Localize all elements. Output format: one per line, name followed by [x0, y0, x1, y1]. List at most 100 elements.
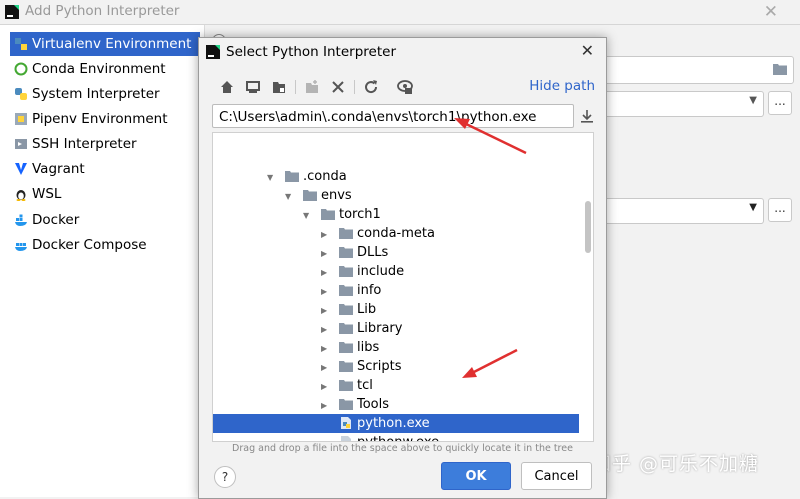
env-item-label: Docker Compose	[32, 237, 147, 253]
dialog-titlebar: Select Python Interpreter ✕	[199, 38, 606, 66]
location-field[interactable]	[600, 56, 794, 84]
hide-path-link[interactable]: Hide path	[529, 78, 595, 94]
env-item-docker-compose[interactable]: Docker Compose	[10, 233, 200, 257]
collapsed-arrow-icon[interactable]: ▶	[321, 339, 331, 358]
env-item-label: Conda Environment	[32, 61, 166, 77]
tree-item-name: .conda	[303, 169, 347, 184]
folder-icon	[339, 247, 353, 258]
show-hidden-icon[interactable]	[396, 78, 414, 96]
tree-item-name: Library	[357, 321, 403, 336]
tree-folder-row[interactable]: ▶ Lib	[213, 300, 579, 319]
new-folder-icon[interactable]	[303, 78, 321, 96]
dialog-title: Select Python Interpreter	[226, 44, 396, 60]
linux-penguin-icon	[16, 190, 26, 201]
expanded-arrow-icon[interactable]: ▼	[303, 206, 313, 225]
folder-icon	[339, 380, 353, 391]
env-item-vagrant[interactable]: Vagrant	[10, 157, 200, 181]
tree-item-name: libs	[357, 340, 380, 355]
chevron-down-icon: ▼	[749, 202, 757, 213]
scroll-thumb[interactable]	[585, 201, 591, 253]
env-item-ssh[interactable]: SSH Interpreter	[10, 132, 200, 156]
existing-interpreter-browse-button[interactable]: ...	[768, 198, 792, 222]
file-tree[interactable]: venvlauncher.exepythonw.exepython.exe▶To…	[212, 132, 594, 442]
file-chooser-toolbar: Hide path	[199, 74, 606, 100]
delete-icon[interactable]	[329, 78, 347, 96]
desktop-icon[interactable]	[244, 78, 262, 96]
folder-icon	[339, 323, 353, 334]
python-icon	[15, 88, 27, 100]
collapsed-arrow-icon[interactable]: ▶	[321, 263, 331, 282]
env-item-wsl[interactable]: WSL	[10, 182, 200, 206]
tree-folder-row[interactable]: ▶ libs	[213, 338, 579, 357]
drag-drop-hint: Drag and drop a file into the space abov…	[232, 443, 573, 454]
refresh-icon[interactable]	[362, 78, 380, 96]
folder-icon	[339, 228, 353, 239]
base-interpreter-select[interactable]: ▼	[600, 91, 764, 117]
env-item-conda[interactable]: Conda Environment	[10, 57, 200, 81]
tree-folder-row[interactable]: ▶ tcl	[213, 376, 579, 395]
existing-interpreter-select[interactable]: ▼	[600, 198, 764, 224]
env-item-virtualenv[interactable]: Virtualenv Environment	[10, 32, 200, 56]
background-window-title: Add Python Interpreter	[25, 3, 180, 19]
env-item-label: Docker	[32, 212, 80, 228]
env-item-label: WSL	[32, 186, 62, 202]
collapsed-arrow-icon[interactable]: ▶	[321, 396, 331, 415]
tree-folder-row[interactable]: ▶ Library	[213, 319, 579, 338]
collapsed-arrow-icon[interactable]: ▶	[321, 301, 331, 320]
collapsed-arrow-icon[interactable]: ▶	[321, 320, 331, 339]
base-interpreter-browse-button[interactable]: ...	[768, 91, 792, 115]
toolbar-separator	[354, 80, 355, 94]
ok-button[interactable]: OK	[441, 462, 511, 490]
tree-scrollbar[interactable]	[584, 133, 593, 441]
folder-icon	[339, 361, 353, 372]
env-item-label: System Interpreter	[32, 86, 160, 102]
collapsed-arrow-icon[interactable]: ▶	[321, 225, 331, 244]
ssh-icon	[15, 139, 27, 149]
tree-file-row[interactable]: pythonw.exe	[213, 433, 579, 441]
folder-icon	[339, 304, 353, 315]
folder-icon[interactable]	[773, 63, 787, 75]
help-button[interactable]: ?	[214, 466, 236, 488]
tree-folder-row[interactable]: ▶ Scripts	[213, 357, 579, 376]
tree-folder-row[interactable]: ▶ conda-meta	[213, 224, 579, 243]
env-item-pipenv[interactable]: Pipenv Environment	[10, 107, 200, 131]
tree-item-name: tcl	[357, 378, 373, 393]
tree-folder-row[interactable]: ▶ info	[213, 281, 579, 300]
python-file-icon	[341, 436, 351, 441]
tree-folder-row[interactable]: ▼ torch1	[213, 205, 579, 224]
tree-item-name: envs	[321, 188, 352, 203]
cancel-button[interactable]: Cancel	[521, 462, 592, 490]
docker-compose-icon	[15, 243, 27, 251]
tree-folder-row[interactable]: ▶ Tools	[213, 395, 579, 414]
env-item-label: Pipenv Environment	[32, 111, 168, 127]
tree-folder-row[interactable]: ▶ include	[213, 262, 579, 281]
project-folder-icon[interactable]	[270, 78, 288, 96]
collapsed-arrow-icon[interactable]: ▶	[321, 377, 331, 396]
tree-folder-row[interactable]: ▶ DLLs	[213, 243, 579, 262]
folder-icon	[339, 399, 353, 410]
collapsed-arrow-icon[interactable]: ▶	[321, 282, 331, 301]
tree-item-name: include	[357, 264, 405, 279]
tree-item-name: Tools	[357, 397, 390, 412]
conda-icon	[14, 62, 28, 76]
env-item-system[interactable]: System Interpreter	[10, 82, 200, 106]
python-file-icon	[341, 417, 351, 429]
expanded-arrow-icon[interactable]: ▼	[285, 187, 295, 206]
tree-folder-row[interactable]: ▼ envs	[213, 186, 579, 205]
tree-file-row[interactable]: python.exe	[213, 414, 579, 433]
collapsed-arrow-icon[interactable]: ▶	[321, 358, 331, 377]
env-item-docker[interactable]: Docker	[10, 208, 200, 232]
home-icon[interactable]	[218, 78, 236, 96]
expanded-arrow-icon[interactable]: ▼	[267, 168, 277, 187]
background-close-icon[interactable]: ✕	[764, 2, 778, 22]
tree-item-name: python.exe	[357, 416, 430, 431]
collapsed-arrow-icon[interactable]: ▶	[321, 244, 331, 263]
tree-item-name: conda-meta	[357, 226, 435, 241]
tree-folder-row[interactable]: ▼ .conda	[213, 167, 579, 186]
dialog-close-icon[interactable]: ✕	[581, 41, 594, 60]
pycharm-app-icon	[206, 45, 220, 59]
path-input[interactable]: C:\Users\admin\.conda\envs\torch1\python…	[212, 104, 574, 128]
env-item-label: Vagrant	[32, 161, 85, 177]
download-icon[interactable]	[579, 108, 595, 124]
watermark: 知乎 @可乐不加糖	[592, 453, 760, 475]
